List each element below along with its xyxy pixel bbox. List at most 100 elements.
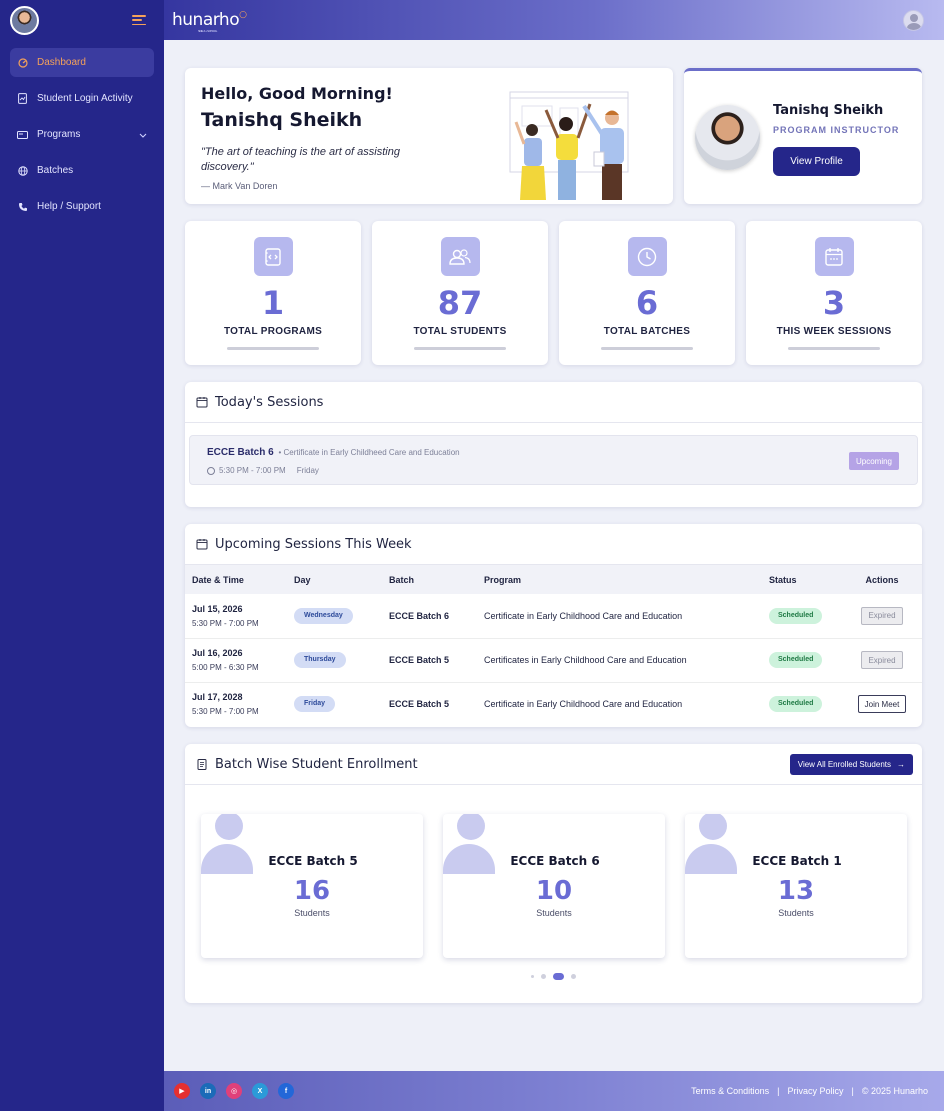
logo-text: hunarho — [172, 10, 240, 30]
day-cell: Wednesday — [287, 594, 382, 639]
status-cell: Scheduled — [762, 682, 842, 726]
person-icon — [457, 814, 485, 840]
upcoming-sessions-card: Upcoming Sessions This Week Date & Time … — [185, 524, 922, 727]
sidebar-item-batches[interactable]: Batches — [10, 156, 154, 185]
youtube-icon[interactable]: ▶ — [174, 1083, 190, 1099]
day-cell: Friday — [287, 682, 382, 726]
instagram-icon[interactable]: ◎ — [226, 1083, 242, 1099]
stat-divider — [414, 347, 506, 350]
session-time: 5:00 PM - 6:30 PM — [192, 663, 259, 672]
linkedin-icon[interactable]: in — [200, 1083, 216, 1099]
carousel-dot[interactable] — [531, 975, 534, 978]
carousel-dot-active[interactable] — [553, 973, 564, 980]
sessions-table: Date & Time Day Batch Program Status Act… — [185, 565, 922, 726]
footer-links: Terms & Conditions | Privacy Policy | © … — [691, 1086, 928, 1096]
day-badge: Wednesday — [294, 607, 353, 624]
sidebar: Dashboard Student Login Activity Program… — [0, 0, 164, 1111]
carousel-dot[interactable] — [571, 974, 576, 979]
calendar-icon — [814, 237, 854, 276]
session-date: Jul 17, 2028 — [192, 692, 243, 703]
social-links: ▶ in ◎ X f — [174, 1083, 294, 1099]
terms-link[interactable]: Terms & Conditions — [691, 1086, 769, 1096]
stat-divider — [601, 347, 693, 350]
stat-divider — [227, 347, 319, 350]
sidebar-item-label: Programs — [37, 129, 81, 140]
action-cell: Join Meet — [842, 682, 922, 726]
column-header: Date & Time — [185, 565, 287, 594]
brand-logo[interactable]: hunarho○ SKILLS • SCHOOL — [172, 10, 247, 33]
phone-icon — [17, 201, 28, 212]
day-cell: Thursday — [287, 638, 382, 683]
batch-card[interactable]: ECCE Batch 1 13 Students — [685, 814, 907, 958]
code-file-icon — [253, 237, 293, 276]
privacy-link[interactable]: Privacy Policy — [787, 1086, 843, 1096]
sidebar-nav: Dashboard Student Login Activity Program… — [0, 48, 164, 221]
batch-count-unit: Students — [778, 908, 814, 918]
stat-value: 87 — [437, 284, 483, 322]
expired-button[interactable]: Expired — [861, 651, 903, 669]
stat-card-batches: 6 TOTAL BATCHES — [559, 221, 735, 365]
status-badge: Upcoming — [849, 452, 899, 470]
carousel-dots — [185, 973, 922, 980]
view-profile-button[interactable]: View Profile — [773, 147, 860, 176]
chevron-down-icon[interactable] — [139, 130, 147, 140]
session-date: Jul 16, 2026 — [192, 648, 243, 658]
sidebar-item-dashboard[interactable]: Dashboard — [10, 48, 154, 77]
expired-button[interactable]: Expired — [861, 606, 903, 625]
column-header: Batch — [382, 565, 477, 594]
clock-icon — [207, 466, 215, 475]
section-title: Today's Sessions — [215, 394, 324, 410]
sidebar-top — [0, 0, 164, 40]
profile-card: Tanishq Sheikh PROGRAM INSTRUCTOR View P… — [684, 68, 922, 204]
program-cell: Certificate in Early Childhood Care and … — [484, 699, 683, 710]
join-meet-button[interactable]: Join Meet — [857, 695, 907, 714]
menu-toggle-icon[interactable] — [132, 15, 146, 25]
batch-name: ECCE Batch 6 — [510, 854, 600, 868]
batch-cell: ECCE Batch 5 — [389, 699, 450, 710]
facebook-icon[interactable]: f — [278, 1083, 294, 1099]
sidebar-item-label: Help / Support — [37, 201, 101, 212]
user-menu-icon[interactable] — [903, 9, 924, 31]
sidebar-item-student-login-activity[interactable]: Student Login Activity — [10, 84, 154, 113]
stat-label: TOTAL STUDENTS — [413, 326, 507, 337]
todays-sessions-card: Today's Sessions ECCE Batch 6 • Certific… — [185, 382, 922, 507]
sidebar-item-help-support[interactable]: Help / Support — [10, 192, 154, 221]
session-batch-name: ECCE Batch 6 — [207, 447, 274, 458]
batch-student-count: 10 — [535, 876, 573, 906]
batch-count-unit: Students — [536, 908, 572, 918]
session-time-row: 5:30 PM - 7:00 PM Friday — [207, 466, 319, 475]
day-badge: Friday — [294, 696, 336, 713]
sidebar-item-programs[interactable]: Programs — [10, 120, 154, 149]
view-all-enrolled-button[interactable]: View All Enrolled Students → — [789, 754, 913, 775]
section-header: Today's Sessions — [185, 382, 922, 423]
divider: | — [851, 1086, 854, 1096]
session-batch: ECCE Batch 6 • Certificate in Early Chil… — [207, 447, 460, 458]
sidebar-item-label: Dashboard — [37, 57, 86, 68]
stat-label: TOTAL PROGRAMS — [223, 326, 323, 337]
batch-count-unit: Students — [294, 908, 330, 918]
team-illustration-icon — [509, 91, 629, 200]
stat-value: 1 — [261, 284, 285, 322]
session-time: 5:30 PM - 7:00 PM — [192, 707, 259, 717]
avatar[interactable] — [10, 5, 39, 35]
person-icon — [699, 814, 727, 840]
globe-icon — [17, 165, 28, 176]
batch-card[interactable]: ECCE Batch 6 10 Students — [443, 814, 665, 958]
profile-photo — [695, 105, 760, 170]
logo-tagline: SKILLS • SCHOOL — [198, 29, 217, 33]
users-icon — [440, 237, 480, 276]
carousel-dot[interactable] — [541, 974, 546, 979]
section-title: Upcoming Sessions This Week — [215, 536, 412, 552]
day-badge: Thursday — [294, 652, 346, 668]
batch-card[interactable]: ECCE Batch 5 16 Students — [201, 814, 423, 958]
section-header: Upcoming Sessions This Week — [185, 524, 922, 565]
stat-card-programs: 1 TOTAL PROGRAMS — [185, 221, 361, 365]
today-session-item[interactable]: ECCE Batch 6 • Certificate in Early Chil… — [189, 435, 918, 485]
top-header: hunarho○ SKILLS • SCHOOL — [164, 0, 944, 40]
x-icon[interactable]: X — [252, 1083, 268, 1099]
sidebar-item-label: Batches — [37, 165, 74, 176]
clock-icon — [627, 237, 667, 276]
table-row: Jul 15, 2026 5:30 PM - 7:00 PM Wednesday … — [185, 594, 922, 639]
dashboard-icon — [17, 57, 28, 68]
column-header: Status — [762, 565, 842, 594]
